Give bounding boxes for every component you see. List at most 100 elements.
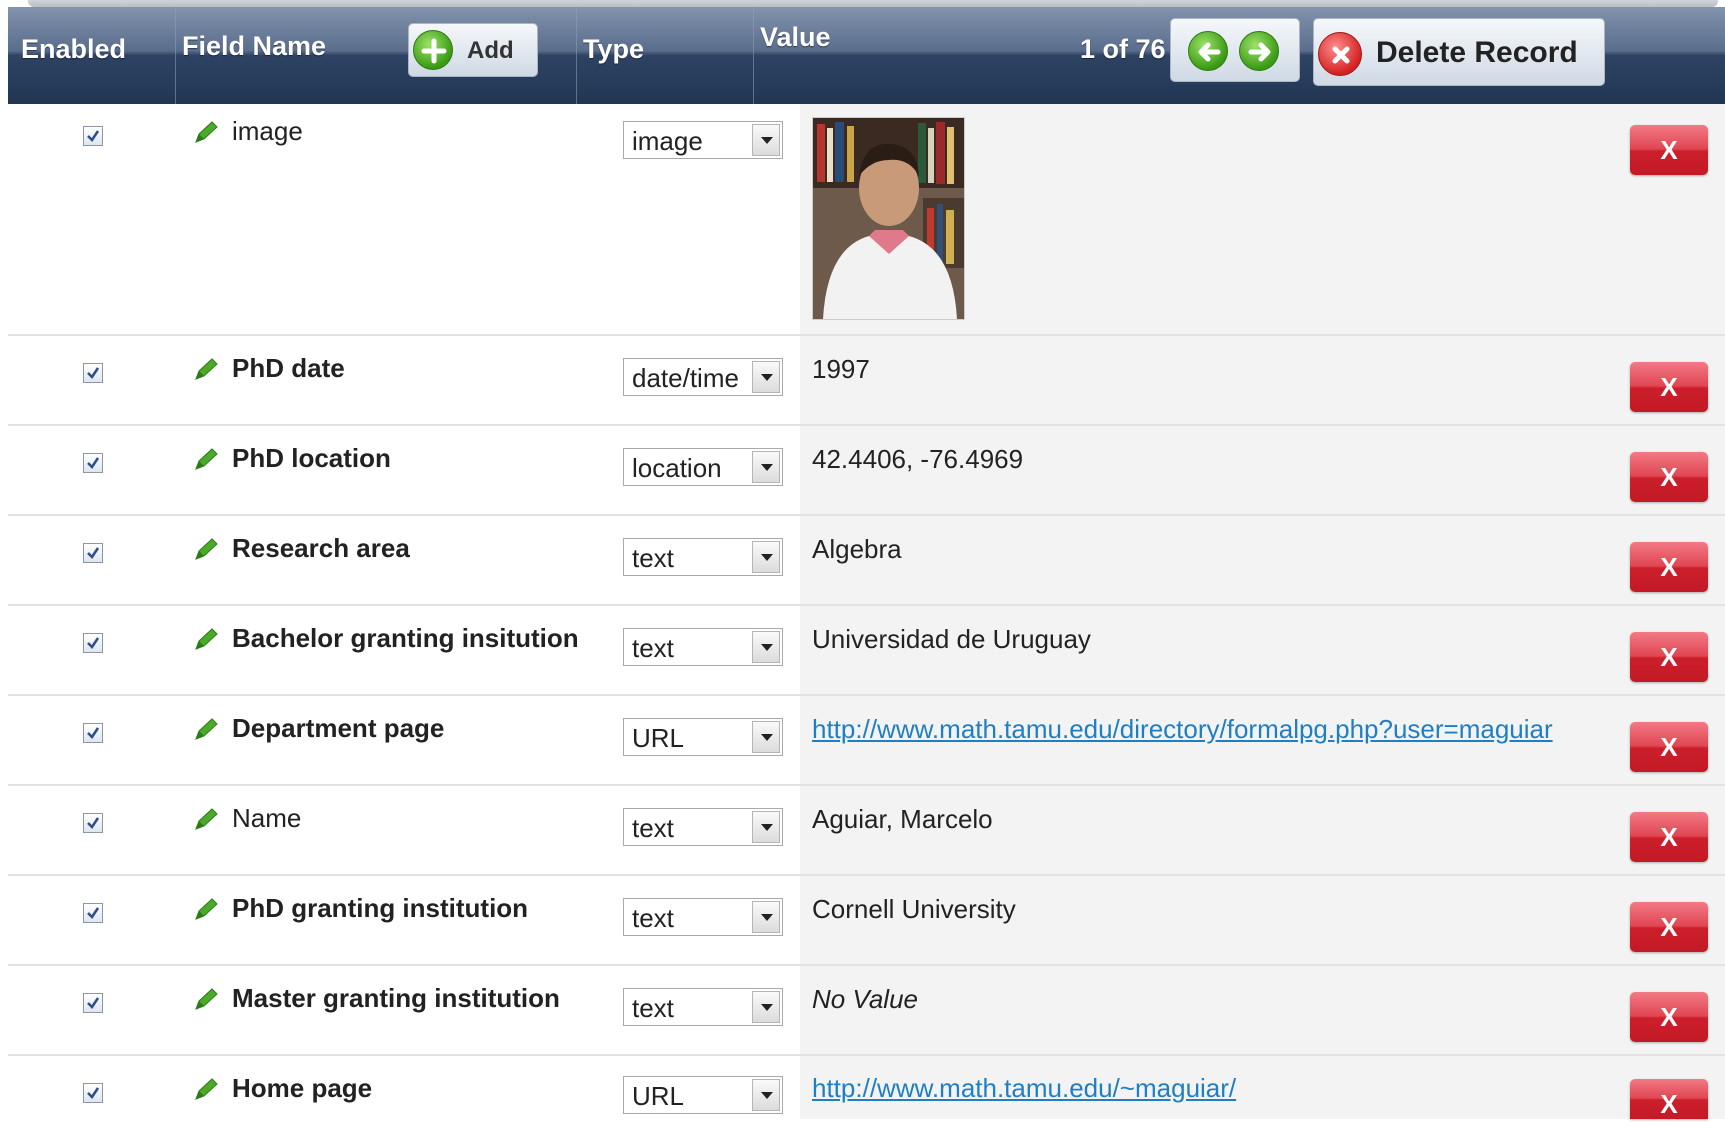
type-select[interactable]: URL xyxy=(623,718,783,756)
home-page-link[interactable]: http://www.math.tamu.edu/~maguiar/ xyxy=(812,1073,1236,1104)
delete-field-button[interactable]: X xyxy=(1630,542,1708,592)
field-name[interactable]: Master granting institution xyxy=(232,983,560,1014)
field-value[interactable]: Aguiar, Marcelo xyxy=(812,804,993,835)
delete-field-button[interactable]: X xyxy=(1630,992,1708,1042)
enabled-checkbox[interactable] xyxy=(83,1083,103,1103)
field-name[interactable]: PhD granting institution xyxy=(232,893,528,924)
delete-record-label: Delete Record xyxy=(1376,36,1578,69)
pencil-edit-icon[interactable] xyxy=(190,625,220,655)
header-divider xyxy=(175,7,176,104)
type-select[interactable]: text xyxy=(623,988,783,1026)
column-header-value[interactable]: Value xyxy=(760,22,831,53)
arrow-right-icon xyxy=(1248,42,1271,62)
enabled-checkbox[interactable] xyxy=(83,633,103,653)
pencil-edit-icon[interactable] xyxy=(190,118,220,148)
field-name[interactable]: image xyxy=(232,116,303,147)
delete-field-button[interactable]: X xyxy=(1630,812,1708,862)
row-divider xyxy=(8,694,1725,696)
enabled-checkbox[interactable] xyxy=(83,126,103,146)
previous-record-button[interactable] xyxy=(1188,31,1228,71)
dropdown-arrow-icon xyxy=(752,541,780,573)
record-nav-buttons xyxy=(1170,18,1300,82)
type-select[interactable]: text xyxy=(623,808,783,846)
delete-field-button[interactable]: X xyxy=(1630,632,1708,682)
field-value[interactable]: 1997 xyxy=(812,354,870,385)
add-button-label: Add xyxy=(467,37,514,64)
type-select[interactable]: date/time xyxy=(623,358,783,396)
delete-field-button[interactable]: X xyxy=(1630,722,1708,772)
type-select[interactable]: location xyxy=(623,448,783,486)
type-select-value: text xyxy=(632,633,674,663)
checkmark-icon xyxy=(87,727,100,739)
field-name[interactable]: Home page xyxy=(232,1073,372,1104)
enabled-checkbox[interactable] xyxy=(83,993,103,1013)
enabled-checkbox[interactable] xyxy=(83,903,103,923)
checkmark-icon xyxy=(87,637,100,649)
enabled-checkbox[interactable] xyxy=(83,453,103,473)
enabled-checkbox[interactable] xyxy=(83,543,103,563)
pencil-edit-icon[interactable] xyxy=(190,985,220,1015)
dropdown-arrow-icon xyxy=(752,451,780,483)
add-icon xyxy=(413,30,453,70)
delete-field-button[interactable]: X xyxy=(1630,362,1708,412)
column-header-enabled[interactable]: Enabled xyxy=(21,34,126,65)
checkmark-icon xyxy=(87,547,100,559)
field-name[interactable]: Bachelor granting insitution xyxy=(232,623,579,654)
enabled-checkbox[interactable] xyxy=(83,813,103,833)
checkmark-icon xyxy=(87,367,100,379)
pencil-edit-icon[interactable] xyxy=(190,445,220,475)
arrow-left-icon xyxy=(1198,42,1221,62)
delete-field-button[interactable]: X xyxy=(1630,1079,1708,1119)
row-divider xyxy=(8,424,1725,426)
type-select[interactable]: text xyxy=(623,628,783,666)
type-select-value: text xyxy=(632,813,674,843)
type-select[interactable]: image xyxy=(623,121,783,159)
field-value-empty[interactable]: No Value xyxy=(812,984,918,1015)
pencil-edit-icon[interactable] xyxy=(190,805,220,835)
row-divider xyxy=(8,604,1725,606)
column-header-field-name[interactable]: Field Name xyxy=(182,31,326,62)
checkmark-icon xyxy=(87,457,100,469)
field-name[interactable]: PhD date xyxy=(232,353,345,384)
column-header-type[interactable]: Type xyxy=(583,34,644,65)
type-select[interactable]: text xyxy=(623,538,783,576)
delete-record-button[interactable]: Delete Record xyxy=(1313,18,1605,86)
type-select[interactable]: URL xyxy=(623,1076,783,1114)
table-header: Enabled Field Name Add Type Value 1 of 7… xyxy=(8,7,1725,104)
dropdown-arrow-icon xyxy=(752,991,780,1023)
field-name[interactable]: Research area xyxy=(232,533,410,564)
type-select-value: URL xyxy=(632,723,685,753)
field-value[interactable]: 42.4406, -76.4969 xyxy=(812,444,1023,475)
field-value[interactable]: Universidad de Uruguay xyxy=(812,624,1091,655)
pencil-edit-icon[interactable] xyxy=(190,715,220,745)
type-select[interactable]: text xyxy=(623,898,783,936)
header-divider xyxy=(753,7,754,104)
enabled-checkbox[interactable] xyxy=(83,363,103,383)
field-name[interactable]: Department page xyxy=(232,713,444,744)
department-page-link[interactable]: http://www.math.tamu.edu/directory/forma… xyxy=(812,714,1553,745)
dropdown-arrow-icon xyxy=(752,901,780,933)
pencil-edit-icon[interactable] xyxy=(190,535,220,565)
field-value[interactable]: Cornell University xyxy=(812,894,1016,925)
pencil-edit-icon[interactable] xyxy=(190,895,220,925)
field-name[interactable]: PhD location xyxy=(232,443,391,474)
dropdown-arrow-icon xyxy=(752,811,780,843)
delete-field-button[interactable]: X xyxy=(1630,125,1708,175)
dropdown-arrow-icon xyxy=(752,631,780,663)
type-select-value: date/time xyxy=(632,363,739,393)
field-value[interactable]: Algebra xyxy=(812,534,902,565)
field-name[interactable]: Name xyxy=(232,803,301,834)
delete-field-button[interactable]: X xyxy=(1630,902,1708,952)
row-divider xyxy=(8,874,1725,876)
type-select-value: location xyxy=(632,453,722,483)
pencil-edit-icon[interactable] xyxy=(190,1075,220,1105)
next-record-button[interactable] xyxy=(1239,31,1279,71)
delete-field-button[interactable]: X xyxy=(1630,452,1708,502)
type-select-value: image xyxy=(632,126,703,156)
add-field-button[interactable]: Add xyxy=(408,23,538,77)
checkmark-icon xyxy=(87,907,100,919)
enabled-checkbox[interactable] xyxy=(83,723,103,743)
pencil-edit-icon[interactable] xyxy=(190,355,220,385)
row-divider xyxy=(8,514,1725,516)
checkmark-icon xyxy=(87,1087,100,1099)
